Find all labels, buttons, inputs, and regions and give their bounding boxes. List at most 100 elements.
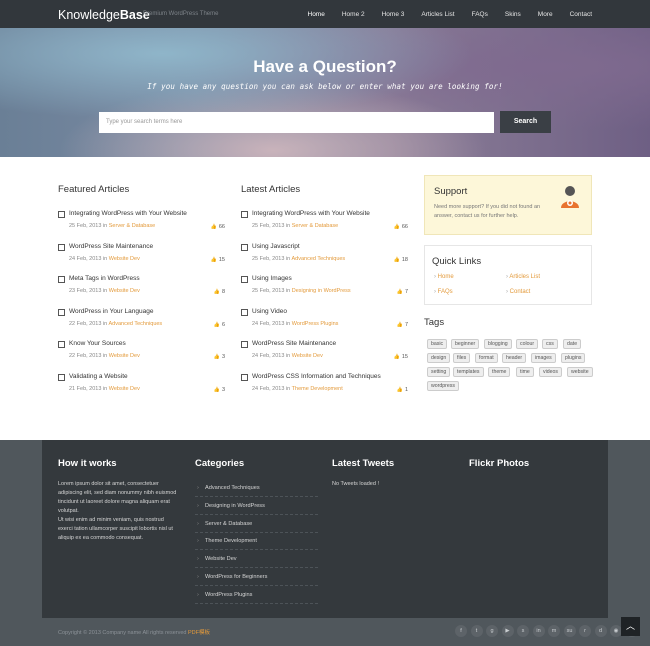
tag-format[interactable]: format	[475, 353, 498, 363]
like-count: 15	[394, 354, 408, 360]
tag-header[interactable]: header	[502, 353, 527, 363]
tag-templates[interactable]: templates	[453, 367, 484, 377]
quick-link-faqs[interactable]: FAQs	[434, 289, 453, 295]
article-category-link[interactable]: Advanced Techniques	[291, 256, 345, 262]
nav-home[interactable]: Home	[308, 11, 325, 18]
support-title: Support	[434, 186, 468, 197]
nav-home-2[interactable]: Home 2	[342, 11, 365, 18]
nav-more[interactable]: More	[538, 11, 553, 18]
article-category-link[interactable]: Server & Database	[109, 223, 155, 229]
support-text: Need more support? If you did not found …	[434, 204, 541, 219]
tag-time[interactable]: time	[516, 367, 534, 377]
article-item: Validating a Website 21 Feb, 2013 in Webs…	[58, 373, 225, 404]
site-logo[interactable]: KnowledgeBase	[58, 8, 150, 22]
nav-home-3[interactable]: Home 3	[382, 11, 405, 18]
scroll-to-top-button[interactable]: ︿	[621, 617, 640, 636]
article-category-link[interactable]: Advanced Techniques	[108, 321, 162, 327]
footer-category-link[interactable]: Advanced Techniques	[195, 479, 318, 497]
hero-banner: Have a Question? If you have any questio…	[0, 28, 650, 157]
article-category-link[interactable]: Server & Database	[292, 223, 338, 229]
article-category-link[interactable]: WordPress Plugins	[292, 321, 339, 327]
tag-videos[interactable]: videos	[539, 367, 562, 377]
article-category-link[interactable]: Website Dev	[109, 353, 140, 359]
copyright-link[interactable]: PDF模板	[188, 630, 210, 636]
nav-faqs[interactable]: FAQs	[472, 11, 488, 18]
twitter-icon[interactable]: t	[470, 625, 483, 637]
article-meta: 25 Feb, 2013 in Server & Database	[69, 223, 156, 229]
facebook-icon[interactable]: f	[455, 625, 467, 637]
tag-files[interactable]: files	[453, 353, 471, 363]
support-agent-icon	[561, 186, 579, 208]
document-icon	[58, 341, 65, 348]
article-title[interactable]: WordPress Site Maintenance	[69, 243, 153, 250]
dribbble-icon[interactable]: d	[594, 625, 607, 637]
footer-category-link[interactable]: WordPress for Beginners	[195, 568, 318, 586]
document-icon	[58, 373, 65, 381]
article-category-link[interactable]: Theme Development	[292, 386, 343, 392]
nav-articles-list[interactable]: Articles List	[421, 11, 454, 18]
tag-blogging[interactable]: blogging	[484, 339, 512, 349]
tag-basic[interactable]: basic	[427, 339, 448, 349]
skype-icon[interactable]: s	[517, 625, 529, 637]
article-title[interactable]: WordPress CSS Information and Techniques	[252, 373, 381, 380]
article-item: Meta Tags in WordPress 23 Feb, 2013 in We…	[58, 275, 225, 306]
flickr-photos-title: Flickr Photos	[469, 458, 530, 469]
quick-link-contact[interactable]: Contact	[506, 289, 531, 295]
article-title[interactable]: Meta Tags in WordPress	[69, 275, 140, 282]
search-input[interactable]: Type your search terms here	[99, 112, 494, 133]
hero-title: Have a Question?	[253, 57, 397, 76]
article-category-link[interactable]: Website Dev	[292, 353, 323, 359]
article-category-link[interactable]: Website Dev	[109, 386, 140, 392]
quick-links-box: Quick Links Home Articles List FAQs Cont…	[424, 245, 592, 305]
article-title[interactable]: Using Javascript	[252, 243, 300, 250]
reddit-icon[interactable]: r	[579, 625, 591, 637]
article-title[interactable]: WordPress in Your Language	[69, 308, 153, 315]
tag-theme[interactable]: theme	[488, 367, 511, 377]
footer-category-link[interactable]: Theme Development	[195, 532, 318, 551]
document-icon	[241, 243, 248, 251]
like-count: 6	[214, 322, 225, 328]
article-title[interactable]: WordPress Site Maintenance	[252, 340, 336, 347]
article-item: WordPress Site Maintenance 24 Feb, 2013 i…	[58, 243, 225, 274]
stumbleupon-icon[interactable]: su	[563, 625, 576, 637]
footer-category-link[interactable]: Website Dev	[195, 550, 318, 569]
article-title[interactable]: Integrating WordPress with Your Website	[252, 210, 370, 217]
article-item: Integrating WordPress with Your Website 2…	[58, 210, 225, 241]
nav-skins[interactable]: Skins	[505, 11, 521, 18]
tag-setting[interactable]: setting	[427, 367, 451, 377]
latest-tweets-title: Latest Tweets	[332, 458, 395, 469]
article-title[interactable]: Integrating WordPress with Your Website	[69, 210, 187, 217]
like-count: 8	[214, 289, 225, 295]
nav-contact[interactable]: Contact	[570, 11, 592, 18]
tag-colour[interactable]: colour	[516, 339, 539, 349]
article-item: Using Images 25 Feb, 2013 in Designing in…	[241, 275, 408, 306]
google-plus-icon[interactable]: g	[486, 625, 498, 637]
like-count: 7	[397, 289, 408, 295]
article-title[interactable]: Know Your Sources	[69, 340, 126, 347]
tag-date[interactable]: date	[563, 339, 582, 349]
article-title[interactable]: Using Images	[252, 275, 292, 282]
tag-css[interactable]: css	[542, 339, 558, 349]
tag-plugins[interactable]: plugins	[561, 353, 586, 363]
tag-website[interactable]: website	[567, 367, 593, 377]
youtube-icon[interactable]: ▶	[501, 625, 514, 637]
article-title[interactable]: Validating a Website	[69, 373, 128, 380]
article-title[interactable]: Using Video	[252, 308, 287, 315]
article-category-link[interactable]: Website Dev	[109, 256, 140, 262]
quick-link-articles-list[interactable]: Articles List	[506, 274, 540, 280]
article-category-link[interactable]: Website Dev	[109, 288, 140, 294]
tag-wordpress[interactable]: wordpress	[427, 381, 459, 391]
tag-images[interactable]: images	[531, 353, 556, 363]
tag-beginner[interactable]: beginner	[451, 339, 480, 349]
quick-link-home[interactable]: Home	[434, 274, 454, 280]
footer-category-link[interactable]: Server & Database	[195, 515, 318, 533]
how-it-works-title: How it works	[58, 458, 117, 469]
footer-category-link[interactable]: WordPress Plugins	[195, 586, 318, 604]
linkedin-icon[interactable]: in	[532, 625, 545, 637]
myspace-icon[interactable]: m	[548, 625, 560, 637]
footer-category-link[interactable]: Designing in WordPress	[195, 497, 318, 515]
tag-design[interactable]: design	[427, 353, 451, 363]
article-item: Using Video 24 Feb, 2013 in WordPress Plu…	[241, 308, 408, 339]
article-category-link[interactable]: Designing in WordPress	[292, 288, 351, 294]
search-button[interactable]: Search	[500, 111, 551, 133]
